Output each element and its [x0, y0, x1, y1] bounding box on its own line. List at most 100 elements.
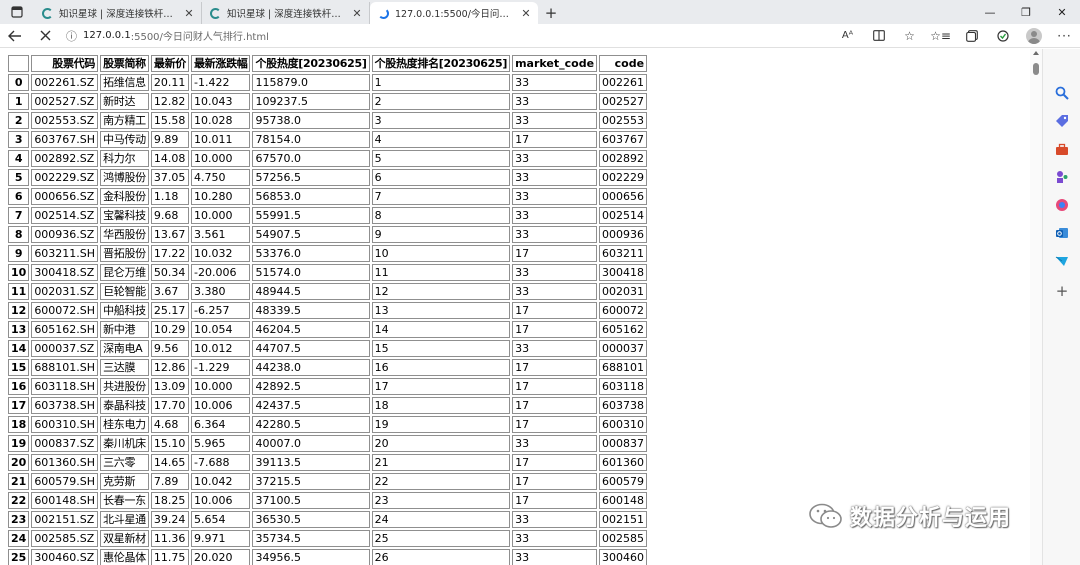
immersive-reader-button[interactable] [863, 24, 894, 48]
table-row: 22 600148.SH 长春一东 18.25 10.006 37100.5 23 17 600… [8, 492, 648, 509]
table-cell: 三六零 [100, 454, 149, 471]
table-row: 13 605162.SH 新中港 10.29 10.054 46204.5 14 17 6051… [8, 321, 648, 338]
browser-toolbar: ⓘ 127.0.0.1:5500/今日问财人气排行.html Aᴬ ☆ ☆≡ ·… [0, 24, 1080, 48]
table-cell: 17 [371, 378, 511, 395]
table-cell: 晋拓股份 [100, 245, 149, 262]
browser-tab-2[interactable]: 知识星球 | 深度连接铁杆粉丝，运营高品质社群 ✕ [202, 2, 370, 24]
table-cell: 33 [512, 340, 598, 357]
table-cell: 002527 [599, 93, 648, 110]
back-button[interactable] [0, 24, 30, 48]
table-cell: 巨轮智能 [100, 283, 149, 300]
extension-shield-icon [996, 29, 1009, 42]
table-cell: 15.58 [150, 112, 189, 129]
table-cell: 600072.SH [31, 302, 99, 319]
read-aloud-button[interactable]: Aᴬ [832, 24, 863, 48]
close-tab-icon[interactable]: ✕ [183, 7, 195, 20]
browser-tab-3-active[interactable]: 127.0.0.1:5500/今日问财人气排行 ✕ [370, 2, 538, 24]
table-cell: 秦川机床 [100, 435, 149, 452]
table-cell: 605162.SH [31, 321, 99, 338]
table-cell: 50.34 [150, 264, 189, 281]
table-cell: 603118 [599, 378, 648, 395]
scroll-thumb[interactable] [1033, 63, 1039, 75]
new-tab-button[interactable]: + [538, 2, 564, 24]
table-cell: 14.08 [150, 150, 189, 167]
stop-loading-button[interactable] [30, 24, 60, 48]
favorites-list-icon: ☆≡ [930, 28, 951, 43]
table-cell: 48944.5 [252, 283, 370, 300]
row-index: 9 [8, 245, 30, 262]
column-header: 股票代码 [31, 55, 99, 72]
scroll-up-arrow-icon[interactable] [1033, 51, 1039, 55]
row-index: 12 [8, 302, 30, 319]
extension-button[interactable] [987, 24, 1018, 48]
table-cell: 300418.SZ [31, 264, 99, 281]
search-icon[interactable] [1054, 85, 1070, 101]
window-controls: — ❐ ✕ [972, 0, 1080, 24]
table-cell: 15.10 [150, 435, 189, 452]
close-tab-icon[interactable]: ✕ [520, 7, 532, 20]
office-icon[interactable] [1054, 197, 1070, 213]
table-cell: 11.75 [150, 549, 189, 565]
table-cell: 603211.SH [31, 245, 99, 262]
outlook-icon[interactable] [1054, 225, 1070, 241]
table-cell: 002514 [599, 207, 648, 224]
table-cell: 22 [371, 473, 511, 490]
table-cell: 36530.5 [252, 511, 370, 528]
settings-more-button[interactable]: ··· [1049, 24, 1080, 48]
close-tab-icon[interactable]: ✕ [351, 7, 363, 20]
table-cell: 20.11 [150, 74, 189, 91]
tag-icon[interactable] [1054, 113, 1070, 129]
address-bar[interactable]: ⓘ 127.0.0.1:5500/今日问财人气排行.html [60, 26, 832, 46]
table-cell: 10.042 [190, 473, 251, 490]
table-cell: 14.65 [150, 454, 189, 471]
favorite-button[interactable]: ☆ [894, 24, 925, 48]
table-cell: 688101.SH [31, 359, 99, 376]
table-cell: 002229 [599, 169, 648, 186]
table-cell: 鸿博股份 [100, 169, 149, 186]
tab-title: 127.0.0.1:5500/今日问财人气排行 [395, 9, 516, 20]
table-cell: 51574.0 [252, 264, 370, 281]
table-cell: 科力尔 [100, 150, 149, 167]
table-cell: 002229.SZ [31, 169, 99, 186]
table-row: 10 300418.SZ 昆仑万维 50.34 -20.006 51574.0 11 33 30… [8, 264, 648, 281]
toolbox-icon[interactable] [1054, 141, 1070, 157]
tab-actions-button[interactable] [0, 0, 34, 24]
table-cell: 中船科技 [100, 302, 149, 319]
table-cell: 10.043 [190, 93, 251, 110]
close-window-icon[interactable]: ✕ [1044, 0, 1080, 24]
table-cell: 33 [512, 188, 598, 205]
profile-button[interactable] [1018, 24, 1049, 48]
send-icon[interactable] [1054, 253, 1070, 269]
row-index: 20 [8, 454, 30, 471]
table-cell: 3.380 [190, 283, 251, 300]
chess-icon[interactable] [1054, 169, 1070, 185]
table-cell: 11.36 [150, 530, 189, 547]
collections-button[interactable] [956, 24, 987, 48]
table-cell: 600072 [599, 302, 648, 319]
row-index: 18 [8, 416, 30, 433]
avatar [1025, 27, 1042, 44]
table-cell: 2 [371, 93, 511, 110]
table-cell: 中马传动 [100, 131, 149, 148]
vertical-scrollbar[interactable] [1030, 49, 1042, 565]
table-cell: 605162 [599, 321, 648, 338]
table-row: 17 603738.SH 泰晶科技 17.70 10.006 42437.5 18 17 603… [8, 397, 648, 414]
table-cell: 42892.5 [252, 378, 370, 395]
table-cell: 44707.5 [252, 340, 370, 357]
favorites-button[interactable]: ☆≡ [925, 24, 956, 48]
table-cell: 深南电A [100, 340, 149, 357]
table-cell: 33 [512, 549, 598, 565]
tab-actions-icon [11, 6, 23, 18]
column-header: code [599, 55, 648, 72]
row-index: 10 [8, 264, 30, 281]
table-cell: 克劳斯 [100, 473, 149, 490]
add-icon[interactable]: + [1054, 283, 1070, 299]
table-cell: 18.25 [150, 492, 189, 509]
stop-x-icon [40, 30, 50, 41]
site-info-icon[interactable]: ⓘ [66, 28, 77, 44]
browser-tab-1[interactable]: 知识星球 | 深度连接铁杆粉丝，运营高品质社群 ✕ [34, 2, 202, 24]
back-arrow-icon [8, 30, 21, 41]
table-cell: 109237.5 [252, 93, 370, 110]
maximize-icon[interactable]: ❐ [1008, 0, 1044, 24]
minimize-icon[interactable]: — [972, 0, 1008, 24]
